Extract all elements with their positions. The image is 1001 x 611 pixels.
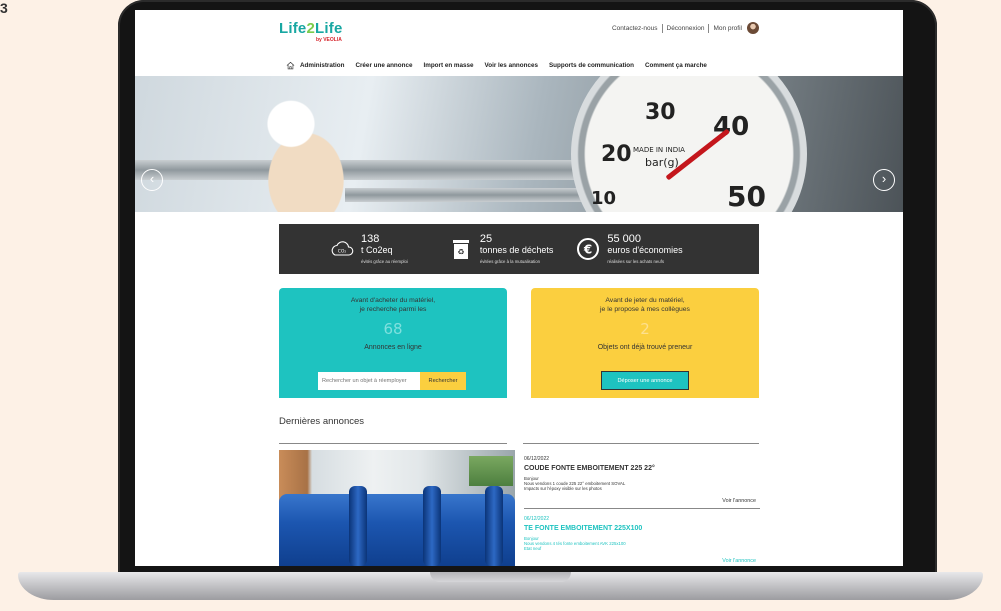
listing-description: Impacts sur l'époxy visible sur les phot… xyxy=(524,486,602,492)
view-listing-link[interactable]: Voir l'annonce xyxy=(722,558,756,564)
buy-card: Avant d'acheter du matériel, je recherch… xyxy=(279,288,507,398)
background-patch xyxy=(469,456,513,486)
top-bar: Life2Life by VEOLIA Contactez-nous Décon… xyxy=(135,10,903,54)
gauge-number: 30 xyxy=(645,100,676,125)
pipe-ring xyxy=(349,486,367,566)
blue-pipe xyxy=(279,494,515,566)
stat-number: 138 xyxy=(361,233,380,245)
buy-intro: Avant d'acheter du matériel, xyxy=(350,297,436,304)
divider xyxy=(523,443,759,444)
pipe-ring xyxy=(423,486,441,566)
svg-text:€: € xyxy=(583,243,592,257)
profile-link[interactable]: Mon profil xyxy=(713,25,742,32)
chevron-right-icon[interactable]: › xyxy=(873,169,895,191)
search-button[interactable]: Rechercher xyxy=(420,372,466,390)
stat-label: euros d'économies xyxy=(607,245,683,255)
given-count-label: Objets ont déjà trouvé preneur xyxy=(597,344,693,351)
gauge-unit: bar(g) xyxy=(645,156,679,169)
stat-label: t Co2eq xyxy=(361,245,393,255)
recycle-bin-icon: ♻ xyxy=(452,240,469,259)
nav-item-communication[interactable]: Supports de communication xyxy=(549,62,634,69)
top-links: Contactez-nous Déconnexion Mon profil xyxy=(612,22,759,34)
chevron-left-icon[interactable]: ‹ xyxy=(141,169,163,191)
listing-description: Etat neuf xyxy=(524,546,542,552)
listing-title[interactable]: COUDE FONTE EMBOITEMENT 225 22° xyxy=(524,465,760,472)
nav-item-how-it-works[interactable]: Comment ça marche xyxy=(645,62,707,69)
listings-count-label: Annonces en ligne xyxy=(364,344,422,351)
stats-banner: CO₂ 138 t Co2eq évités grâce au réemploi… xyxy=(279,224,759,274)
stat-subtitle: réalisées sur les achats neufs xyxy=(607,259,664,264)
latest-listings-title: Dernières annonces xyxy=(279,416,365,427)
laptop-screen: Life2Life by VEOLIA Contactez-nous Décon… xyxy=(135,10,903,566)
hero-worker xyxy=(231,86,381,212)
give-card: Avant de jeter du matériel, je le propos… xyxy=(531,288,759,398)
veolia-logo: by VEOLIA xyxy=(316,37,342,43)
divider xyxy=(279,443,507,444)
stat-subtitle: évitées grâce à la mutualisation xyxy=(479,259,541,264)
gauge-number: 20 xyxy=(601,142,632,167)
svg-text:♻: ♻ xyxy=(457,248,464,257)
search-input[interactable] xyxy=(318,372,420,390)
link-divider xyxy=(661,23,663,33)
stat-number: 55 000 xyxy=(607,233,642,245)
search-row: Rechercher xyxy=(318,372,466,390)
avatar[interactable] xyxy=(747,22,759,34)
listing-image[interactable] xyxy=(279,450,515,566)
listing-title[interactable]: TE FONTE EMBOITEMENT 225X100 xyxy=(524,525,760,532)
hero-carousel: 30 40 20 10 50 MADE IN INDIA bar(g) ‹ › xyxy=(135,76,903,212)
co2-cloud-icon: CO₂ xyxy=(331,241,354,256)
give-intro: je le propose à mes collègues xyxy=(600,305,690,313)
logout-link[interactable]: Déconnexion xyxy=(667,25,705,32)
buy-intro: je recherche parmi les xyxy=(359,305,427,313)
hero-pipe xyxy=(345,188,585,202)
listings-count: 68 xyxy=(383,320,403,338)
give-intro: Avant de jeter du matériel, xyxy=(605,297,685,304)
nav-item-bulk-import[interactable]: Import en masse xyxy=(423,62,473,69)
gauge-number: 10 xyxy=(591,188,617,209)
home-icon[interactable] xyxy=(286,61,295,70)
nav-item-view-listings[interactable]: Voir les annonces xyxy=(485,62,538,69)
listing-item[interactable]: 06/12/2022 COUDE FONTE EMBOITEMENT 225 2… xyxy=(524,456,760,516)
corner-mark: 3 xyxy=(0,0,8,16)
gauge-text: MADE IN INDIA xyxy=(633,146,685,154)
listing-item[interactable]: 06/12/2022 TE FONTE EMBOITEMENT 225X100 … xyxy=(524,516,760,566)
laptop-notch xyxy=(430,572,571,582)
nav-item-administration[interactable]: Administration xyxy=(300,62,344,69)
divider xyxy=(524,508,760,509)
contact-link[interactable]: Contactez-nous xyxy=(612,25,658,32)
stat-waste: ♻ 25 tonnes de déchets évitées grâce à l… xyxy=(448,233,554,264)
given-count: 2 xyxy=(640,320,650,338)
deposit-listing-button[interactable]: Déposer une annonce xyxy=(601,371,689,390)
link-divider xyxy=(708,23,710,33)
stat-label: tonnes de déchets xyxy=(479,245,554,255)
main-nav: Administration Créer une annonce Import … xyxy=(135,54,903,76)
stat-savings: € 55 000 euros d'économies réalisées sur… xyxy=(575,233,683,264)
gauge-number: 50 xyxy=(727,180,766,212)
life2life-logo[interactable]: Life2Life xyxy=(279,20,342,37)
svg-text:CO₂: CO₂ xyxy=(338,249,347,255)
listing-date: 06/12/2022 xyxy=(524,516,550,522)
view-listing-link[interactable]: Voir l'annonce xyxy=(722,498,756,504)
nav-item-create-listing[interactable]: Créer une annonce xyxy=(355,62,412,69)
stat-number: 25 xyxy=(479,233,493,245)
listing-date: 06/12/2022 xyxy=(524,456,550,462)
pipe-ring xyxy=(485,486,503,566)
stat-co2: CO₂ 138 t Co2eq évités grâce au réemploi xyxy=(329,234,408,264)
stat-subtitle: évités grâce au réemploi xyxy=(361,259,408,264)
euro-icon: € xyxy=(577,238,600,260)
